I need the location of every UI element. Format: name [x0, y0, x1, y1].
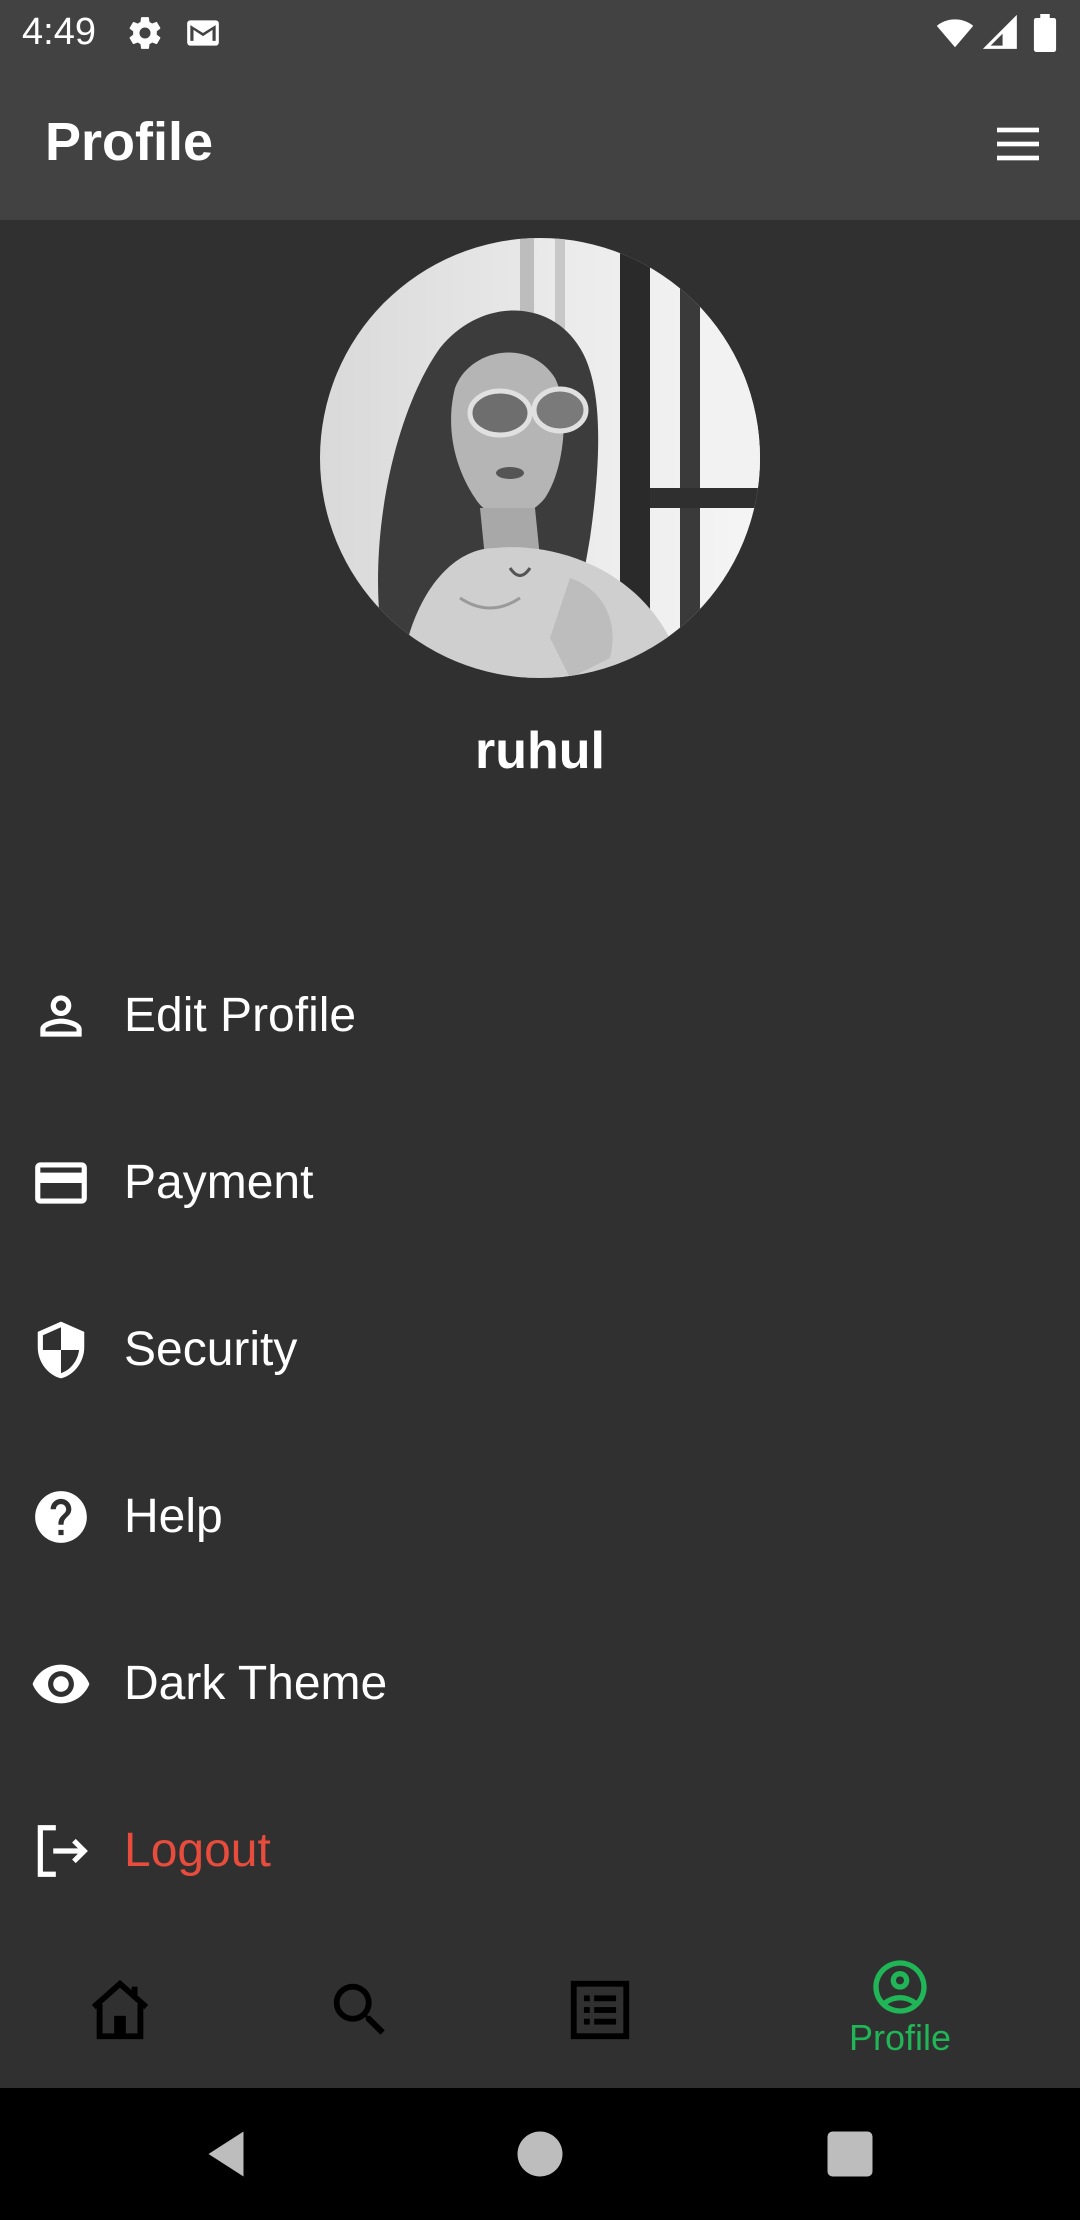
nav-item-search[interactable]: [240, 1932, 480, 2088]
shield-icon: [30, 1319, 92, 1381]
status-bar: 4:49: [0, 0, 1080, 64]
system-navigation-bar: [0, 2088, 1080, 2220]
wifi-icon: [936, 14, 974, 52]
nav-item-list[interactable]: [480, 1932, 720, 2088]
user-avatar-photo: [320, 238, 760, 678]
menu-item-security[interactable]: Security: [0, 1266, 1080, 1433]
user-name: ruhul: [475, 722, 605, 780]
profile-screen: 4:49 Profile ruhul Edit Profile Payment …: [0, 0, 1080, 2220]
account-circle-icon: [868, 1955, 932, 2019]
menu-item-label: Help: [124, 1490, 223, 1543]
app-bar: Profile: [0, 64, 1080, 220]
status-time: 4:49: [22, 11, 96, 53]
search-icon: [325, 1975, 395, 2045]
signal-icon: [982, 14, 1020, 52]
menu-button[interactable]: [986, 112, 1050, 176]
logout-icon: [30, 1820, 92, 1882]
menu-item-label: Payment: [124, 1156, 314, 1209]
eye-icon: [30, 1653, 92, 1715]
menu-item-payment[interactable]: Payment: [0, 1099, 1080, 1266]
system-back-button[interactable]: [196, 2124, 256, 2184]
list-icon: [565, 1975, 635, 2045]
page-title: Profile: [45, 112, 214, 172]
menu-item-help[interactable]: Help: [0, 1433, 1080, 1600]
hamburger-menu-icon: [990, 116, 1046, 172]
menu-item-label: Security: [124, 1323, 298, 1376]
recents-square-icon: [820, 2124, 880, 2184]
gmail-icon: [184, 14, 222, 52]
menu-item-dark-theme[interactable]: Dark Theme: [0, 1600, 1080, 1767]
nav-item-home[interactable]: [0, 1932, 240, 2088]
bottom-navigation: Profile: [0, 1932, 1080, 2088]
battery-icon: [1030, 14, 1060, 52]
home-icon: [85, 1975, 155, 2045]
menu-item-edit-profile[interactable]: Edit Profile: [0, 932, 1080, 1099]
menu-item-label: Dark Theme: [124, 1657, 388, 1710]
gear-icon: [126, 14, 164, 52]
menu-item-label: Edit Profile: [124, 989, 357, 1042]
profile-menu-list: Edit Profile Payment Security Help Dark: [0, 932, 1080, 1934]
system-recents-button[interactable]: [820, 2124, 880, 2184]
help-circle-icon: [30, 1486, 92, 1548]
home-circle-icon: [510, 2124, 570, 2184]
system-home-button[interactable]: [510, 2124, 570, 2184]
avatar[interactable]: [320, 238, 760, 678]
menu-item-label: Logout: [124, 1824, 271, 1877]
back-icon: [196, 2124, 256, 2184]
person-icon: [30, 985, 92, 1047]
credit-card-icon: [30, 1152, 92, 1214]
nav-label-profile: Profile: [848, 2017, 952, 2058]
menu-item-logout[interactable]: Logout: [0, 1767, 1080, 1934]
nav-item-profile[interactable]: Profile: [780, 1932, 1020, 2088]
